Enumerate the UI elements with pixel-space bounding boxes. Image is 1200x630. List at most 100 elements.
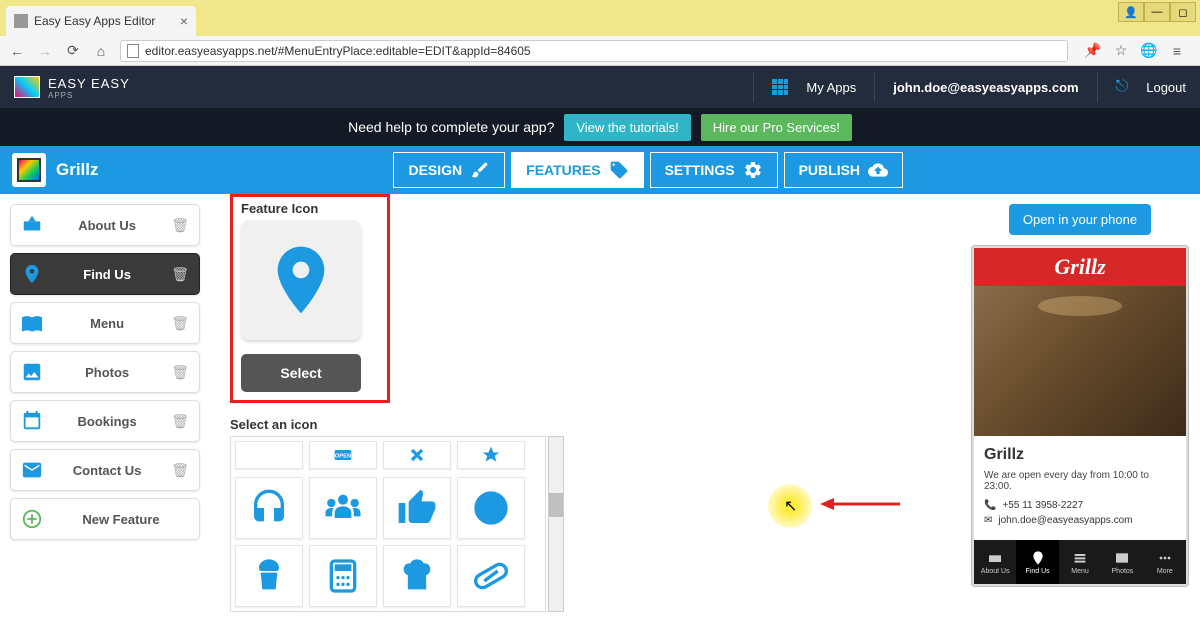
sidebar-item-bookings[interactable]: Bookings 🗑 <box>10 400 200 442</box>
phone-frame: Grillz Grillz We are open every day from… <box>971 245 1189 587</box>
app-header: EASY EASY APPS My Apps john.doe@easyeasy… <box>0 66 1200 108</box>
close-tab-icon[interactable]: × <box>180 13 188 29</box>
favicon <box>14 14 28 28</box>
phone-nav-about[interactable]: About Us <box>974 540 1016 584</box>
photo-icon <box>21 361 43 383</box>
sidebar-new-feature[interactable]: New Feature <box>10 498 200 540</box>
brush-icon <box>470 160 490 180</box>
app-logo-icon <box>14 76 40 98</box>
icon-option-star[interactable] <box>457 441 525 469</box>
maximize-button[interactable]: ◻ <box>1170 2 1196 22</box>
tab-settings[interactable]: SETTINGS <box>650 152 778 188</box>
logout-icon[interactable]: ⎋ <box>1116 78 1129 96</box>
sidebar-item-label: Contact Us <box>53 463 161 478</box>
icon-option-cupcake[interactable] <box>235 545 303 607</box>
globe-icon[interactable]: 🌐 <box>1140 42 1158 60</box>
current-app-logo[interactable] <box>12 153 46 187</box>
icon-option-pill[interactable] <box>457 545 525 607</box>
icon-option-chef-hat[interactable] <box>383 545 451 607</box>
sidebar-item-label: New Feature <box>53 512 189 527</box>
cursor-icon: ↖ <box>784 496 797 516</box>
icon-option-cross[interactable] <box>383 441 451 469</box>
url-text: editor.easyeasyapps.net/#MenuEntryPlace:… <box>145 44 531 58</box>
phone-email: ✉john.doe@easyeasyapps.com <box>984 515 1176 526</box>
current-app-name: Grillz <box>56 160 99 180</box>
sidebar-item-label: Photos <box>53 365 161 380</box>
app-toolbar: Grillz DESIGN FEATURES SETTINGS PUBLISH <box>0 146 1200 194</box>
mail-icon <box>21 459 43 481</box>
pin-icon <box>21 263 43 285</box>
reload-button[interactable]: ⟳ <box>64 42 82 60</box>
my-apps-link[interactable]: My Apps <box>806 80 856 95</box>
back-button[interactable]: ← <box>8 42 26 60</box>
window-controls: 👤 — ◻ <box>1118 2 1196 22</box>
book-icon <box>21 312 43 334</box>
sidebar-item-find-us[interactable]: Find Us 🗑 <box>10 253 200 295</box>
help-bar: Need help to complete your app? View the… <box>0 108 1200 146</box>
icon-grid-scrollbar[interactable] <box>548 436 564 612</box>
feature-sidebar: About Us 🗑 Find Us 🗑 Menu 🗑 Photos 🗑 Boo… <box>0 194 210 630</box>
icon-option[interactable] <box>235 441 303 469</box>
phone-number: 📞+55 11 3958-2227 <box>984 500 1176 511</box>
phone-nav-photos[interactable]: Photos <box>1101 540 1143 584</box>
phone-nav-more[interactable]: More <box>1144 540 1186 584</box>
sidebar-item-contact-us[interactable]: Contact Us 🗑 <box>10 449 200 491</box>
phone-nav-menu[interactable]: Menu <box>1059 540 1101 584</box>
pro-services-button[interactable]: Hire our Pro Services! <box>701 114 852 141</box>
pin-icon[interactable]: 📌 <box>1084 42 1102 60</box>
icon-option-calculator[interactable] <box>309 545 377 607</box>
phone-preview-panel: Open in your phone Grillz Grillz We are … <box>960 194 1200 630</box>
home-button[interactable]: ⌂ <box>92 42 110 60</box>
address-bar: ← → ⟳ ⌂ editor.easyeasyapps.net/#MenuEnt… <box>0 36 1200 66</box>
highlight-box: Feature Icon Select <box>230 194 390 403</box>
apps-grid-icon[interactable] <box>772 79 788 95</box>
sidebar-item-menu[interactable]: Menu 🗑 <box>10 302 200 344</box>
phone-nav-findus[interactable]: Find Us <box>1016 540 1058 584</box>
trash-icon[interactable]: 🗑 <box>171 217 189 234</box>
help-text: Need help to complete your app? <box>348 119 554 135</box>
user-email[interactable]: john.doe@easyeasyapps.com <box>893 80 1078 95</box>
phone-brand-header: Grillz <box>974 248 1186 286</box>
icon-option-globe[interactable] <box>457 477 525 539</box>
phone-hero-image <box>974 286 1186 436</box>
icon-option-group[interactable] <box>309 477 377 539</box>
sidebar-item-photos[interactable]: Photos 🗑 <box>10 351 200 393</box>
trash-icon[interactable]: 🗑 <box>171 413 189 430</box>
tutorials-button[interactable]: View the tutorials! <box>564 114 690 141</box>
icon-option-thumbs-up[interactable] <box>383 477 451 539</box>
scroll-thumb[interactable] <box>549 493 563 517</box>
trash-icon[interactable]: 🗑 <box>171 462 189 479</box>
minimize-button[interactable]: — <box>1144 2 1170 22</box>
sidebar-item-about-us[interactable]: About Us 🗑 <box>10 204 200 246</box>
svg-text:OPEN: OPEN <box>335 454 352 460</box>
trash-icon[interactable]: 🗑 <box>171 266 189 283</box>
tab-features[interactable]: FEATURES <box>511 152 643 188</box>
forward-button[interactable]: → <box>36 42 54 60</box>
logout-link[interactable]: Logout <box>1146 80 1186 95</box>
select-button[interactable]: Select <box>241 354 361 392</box>
browser-tab-bar: Easy Easy Apps Editor × 👤 — ◻ <box>0 0 1200 36</box>
url-input[interactable]: editor.easyeasyapps.net/#MenuEntryPlace:… <box>120 40 1068 62</box>
sidebar-item-label: About Us <box>53 218 161 233</box>
sidebar-item-label: Bookings <box>53 414 161 429</box>
feature-icon-label: Feature Icon <box>241 201 379 216</box>
menu-icon[interactable]: ≡ <box>1168 42 1186 60</box>
icon-option-headset[interactable] <box>235 477 303 539</box>
phone-title: Grillz <box>984 446 1176 464</box>
tab-publish[interactable]: PUBLISH <box>784 152 903 188</box>
icon-option-open[interactable]: OPEN <box>309 441 377 469</box>
trash-icon[interactable]: 🗑 <box>171 364 189 381</box>
tab-design[interactable]: DESIGN <box>393 152 505 188</box>
select-icon-label: Select an icon <box>230 417 940 432</box>
browser-tab[interactable]: Easy Easy Apps Editor × <box>6 6 196 36</box>
logo-subtext: APPS <box>48 91 130 100</box>
annotation-arrow <box>820 494 900 514</box>
user-icon[interactable]: 👤 <box>1118 2 1144 22</box>
sidebar-item-label: Menu <box>53 316 161 331</box>
trash-icon[interactable]: 🗑 <box>171 315 189 332</box>
pin-icon <box>261 235 341 325</box>
open-in-phone-button[interactable]: Open in your phone <box>1009 204 1151 235</box>
phone-nav: About Us Find Us Menu Photos More <box>974 540 1186 584</box>
star-icon[interactable]: ☆ <box>1112 42 1130 60</box>
tab-title: Easy Easy Apps Editor <box>34 14 155 28</box>
